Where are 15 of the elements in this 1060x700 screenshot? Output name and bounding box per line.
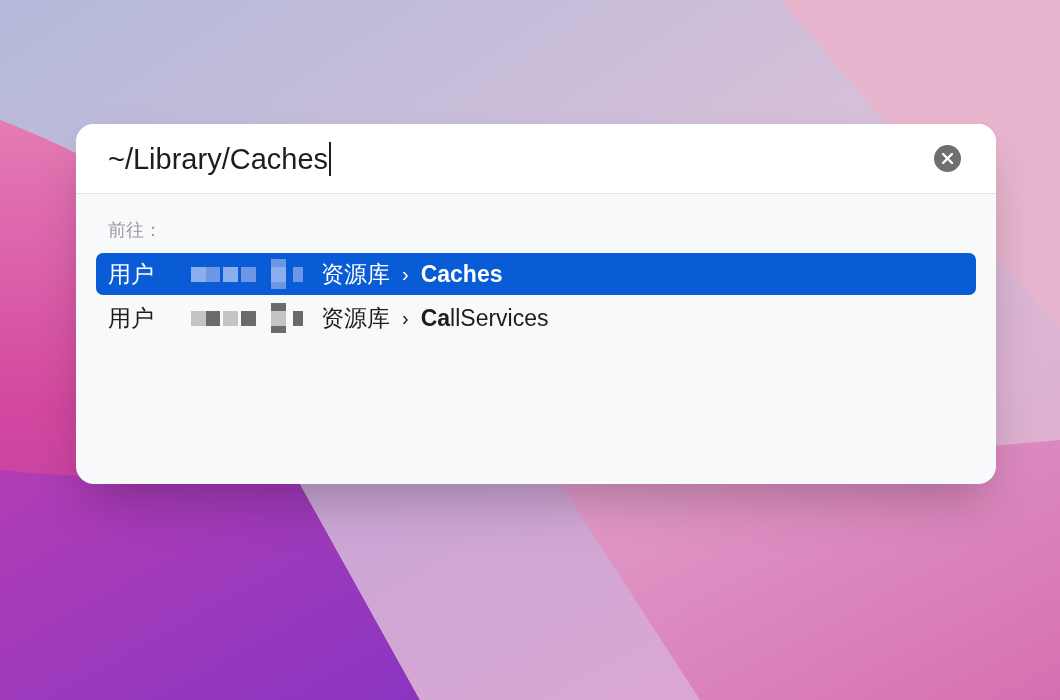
folder-name: CallServices xyxy=(420,304,549,333)
folder-name: 用户 xyxy=(108,260,154,289)
path-separator: › xyxy=(402,262,409,287)
folder-name: 用户 xyxy=(108,304,154,333)
folder-name: 资源库 xyxy=(321,260,390,289)
suggestion-row[interactable]: 用户 资源库 › Caches xyxy=(96,253,976,295)
pixel-mosaic-icon xyxy=(191,303,303,333)
folder-name: Caches xyxy=(420,260,503,289)
clear-button[interactable] xyxy=(934,145,961,172)
folder-name: 资源库 xyxy=(321,304,390,333)
suggestion-row[interactable]: 用户 资源库 › CallServices xyxy=(96,297,976,339)
close-icon xyxy=(942,153,953,164)
path-separator: › xyxy=(402,306,409,331)
section-label: 前往： xyxy=(107,219,163,242)
pixel-mosaic-icon xyxy=(191,259,303,289)
